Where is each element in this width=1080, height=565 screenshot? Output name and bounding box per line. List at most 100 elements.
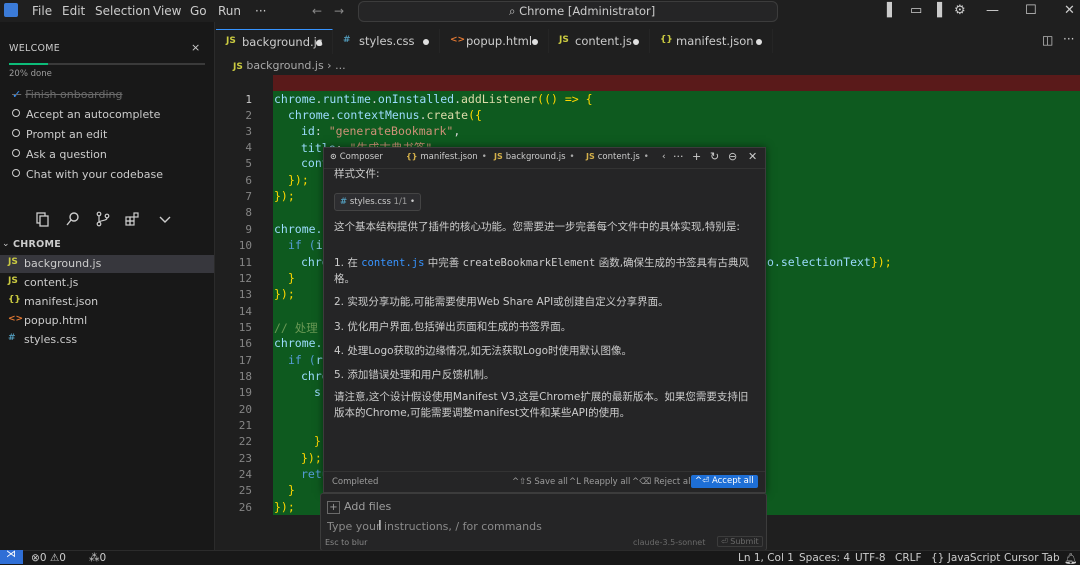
source-control-icon[interactable] — [95, 211, 111, 227]
composer-tab-content[interactable]: JS content.js • — [586, 152, 649, 162]
unsaved-dot-icon[interactable] — [756, 39, 762, 45]
code-line-22[interactable]: } — [314, 434, 321, 448]
menu-selection[interactable]: Selection — [95, 4, 150, 18]
code-line-12[interactable]: } — [288, 271, 295, 285]
toggle-sidebar-icon[interactable]: ▌ — [887, 3, 897, 18]
history-icon[interactable]: ↻ — [710, 150, 719, 163]
toggle-panel-icon[interactable]: ▭ — [910, 3, 922, 18]
composer-tab-manifest[interactable]: {} manifest.json • — [406, 152, 487, 162]
forward-arrow-icon[interactable]: → — [334, 4, 344, 18]
submit-button[interactable]: ⏎ Submit — [717, 536, 763, 547]
composer-tab-background[interactable]: JS background.js • — [494, 152, 575, 162]
menu-more[interactable]: ··· — [255, 4, 266, 18]
onboarding-item-ask-question[interactable]: Ask a question — [12, 148, 107, 161]
accept-all-button[interactable]: ^⏎ Accept all — [691, 475, 758, 488]
more-actions-icon[interactable]: ··· — [673, 150, 684, 163]
code-line-1[interactable]: chrome.runtime.onInstalled.addListener((… — [274, 92, 593, 106]
bell-icon[interactable]: 🔔︎ — [1064, 552, 1077, 565]
code-line-23[interactable]: }); — [301, 451, 322, 465]
problems-indicator[interactable]: ⊗0 ⚠0 — [31, 552, 66, 564]
close-icon[interactable]: ✕ — [748, 150, 757, 163]
save-all-button[interactable]: ^⇧S Save all — [512, 477, 568, 487]
cursor-position[interactable]: Ln 1, Col 1 — [738, 552, 794, 564]
reapply-all-button[interactable]: ^L Reapply all — [569, 477, 630, 487]
code-line-9[interactable]: chrome. — [274, 222, 322, 236]
onboarding-item-autocomplete[interactable]: Accept an autocomplete — [12, 108, 160, 121]
code-line-3[interactable]: id: "generateBookmark", — [301, 124, 460, 138]
tab-background-js[interactable]: JS background.js — [216, 29, 333, 54]
chevron-down-icon[interactable] — [157, 211, 173, 227]
onboarding-item-prompt-edit[interactable]: Prompt an edit — [12, 128, 107, 141]
code-line-16[interactable]: chrome. — [274, 336, 322, 350]
code-line-11-tail[interactable]: o.selectionText}); — [767, 255, 892, 269]
maximize-icon[interactable]: ☐ — [1025, 3, 1037, 18]
file-styles-css[interactable]: # styles.css — [0, 331, 214, 349]
split-editor-icon[interactable]: ◫ — [1042, 33, 1053, 47]
code-line-2[interactable]: chrome.contextMenus.create({ — [288, 108, 482, 122]
onboarding-item-chat-codebase[interactable]: Chat with your codebase — [12, 168, 163, 181]
menu-go[interactable]: Go — [190, 4, 207, 18]
menu-run[interactable]: Run — [218, 4, 241, 18]
code-line-10[interactable]: if (i — [288, 238, 323, 252]
ports-indicator[interactable]: ⁂0 — [89, 552, 106, 564]
composer-note: 请注意,这个设计假设使用Manifest V3,这是Chrome扩展的最新版本。… — [334, 391, 749, 419]
code-line-19[interactable]: s — [314, 385, 321, 399]
code-line-13[interactable]: }); — [274, 287, 295, 301]
menu-file[interactable]: File — [32, 4, 52, 18]
chevron-left-icon[interactable]: ‹ — [662, 152, 666, 162]
search-icon[interactable] — [65, 211, 81, 227]
onboarding-progress-text: 20% done — [9, 69, 52, 79]
reject-all-button[interactable]: ^⌫ Reject all — [632, 477, 693, 487]
stop-icon[interactable]: ⊖ — [728, 150, 737, 163]
code-line-15[interactable]: // 处理 — [274, 320, 318, 336]
unsaved-dot-icon[interactable] — [423, 39, 429, 45]
encoding[interactable]: UTF-8 — [855, 552, 886, 564]
file-content-js[interactable]: JS content.js — [0, 274, 214, 292]
plus-icon[interactable]: + — [692, 150, 701, 163]
composer-point-1: 1. 在 content.js 中完善 createBookmarkElemen… — [334, 257, 750, 285]
code-line-26[interactable]: }); — [274, 500, 295, 514]
code-line-25[interactable]: } — [288, 483, 295, 497]
add-files-button[interactable]: + Add files — [327, 500, 391, 514]
line-number: 2 — [245, 109, 252, 122]
command-center[interactable]: ⌕ Chrome [Administrator] — [358, 1, 778, 22]
tab-styles-css[interactable]: # styles.css — [333, 29, 440, 53]
extensions-icon[interactable] — [124, 211, 140, 227]
menu-edit[interactable]: Edit — [62, 4, 85, 18]
unsaved-dot-icon[interactable] — [532, 39, 538, 45]
file-background-js[interactable]: JS background.js — [0, 255, 214, 273]
more-actions-icon[interactable]: ··· — [1063, 32, 1074, 46]
breadcrumb: JS background.js › ... — [233, 59, 346, 72]
code-line-17[interactable]: if (r — [288, 353, 323, 367]
remote-indicator[interactable]: ⋊ — [0, 549, 23, 564]
toggle-secondary-sidebar-icon[interactable]: ▐ — [932, 3, 942, 18]
close-icon[interactable]: × — [191, 41, 200, 54]
back-arrow-icon[interactable]: ← — [312, 4, 322, 18]
model-selector[interactable]: claude-3.5-sonnet — [633, 538, 705, 547]
explorer-icon[interactable] — [34, 211, 50, 227]
tab-content-js[interactable]: JS content.js — [549, 29, 650, 53]
gear-icon[interactable]: ⚙ — [954, 3, 966, 18]
indentation[interactable]: Spaces: 4 — [799, 552, 850, 564]
breadcrumb-file[interactable]: background.js — [246, 59, 323, 72]
tab-manifest-json[interactable]: {} manifest.json — [650, 29, 773, 53]
code-line-7[interactable]: }); — [274, 189, 295, 203]
unsaved-dot-icon[interactable] — [316, 40, 322, 46]
close-icon: • — [481, 152, 487, 162]
styles-css-chip[interactable]: # styles.css 1/1 • — [334, 193, 421, 211]
file-popup-html[interactable]: <> popup.html — [0, 312, 214, 330]
cursor-tab-status[interactable]: Cursor Tab — [1004, 552, 1060, 564]
menu-view[interactable]: View — [153, 4, 181, 18]
tab-popup-html[interactable]: <> popup.html — [440, 29, 549, 53]
close-window-icon[interactable]: ✕ — [1064, 3, 1075, 18]
code-line-6[interactable]: }); — [288, 173, 309, 187]
diff-removed-line — [273, 75, 1080, 91]
composer-tab-composer[interactable]: ⊙ Composer — [330, 152, 383, 162]
instructions-input[interactable] — [327, 518, 757, 534]
minimize-icon[interactable]: — — [986, 3, 999, 18]
onboarding-item-finish[interactable]: ✓ Finish onboarding — [12, 88, 123, 101]
file-manifest-json[interactable]: {} manifest.json — [0, 293, 214, 311]
line-endings[interactable]: CRLF — [895, 552, 922, 564]
unsaved-dot-icon[interactable] — [633, 39, 639, 45]
language-mode[interactable]: {} JavaScript — [931, 552, 1000, 564]
